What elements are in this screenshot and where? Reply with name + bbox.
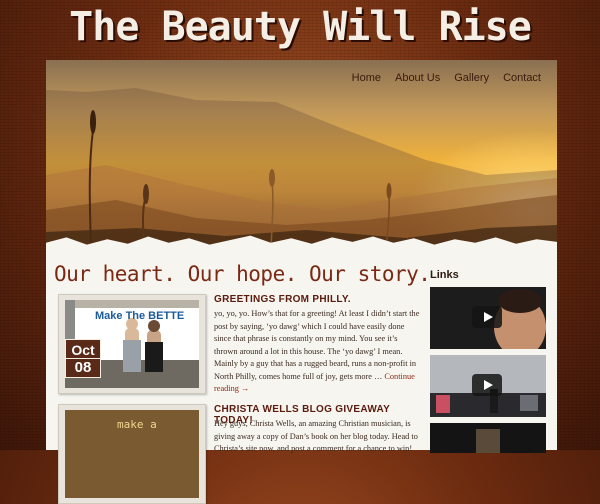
site-title[interactable]: The Beauty Will Rise: [0, 4, 600, 50]
nav-home-link[interactable]: Home: [352, 72, 381, 84]
play-icon[interactable]: [472, 374, 502, 396]
post-greetings: Make The BETTE Oct 08 GREETINGS FROM PHI…: [58, 294, 419, 398]
date-badge: Oct 08: [65, 339, 101, 378]
header-image: Home About Us Gallery Contact: [46, 60, 557, 248]
sidebar: Links: [430, 269, 546, 453]
page-container: Home About Us Gallery Contact Our heart.…: [46, 60, 557, 504]
post-excerpt: yo, yo, yo. How’s that for a greeting! A…: [214, 308, 420, 396]
video-thumbnail-1[interactable]: [430, 287, 546, 349]
video-thumbnail-3[interactable]: [430, 423, 546, 453]
post-christa-wells: make a CHRISTA WELLS BLOG GIVEAWAY TODAY…: [58, 404, 418, 504]
mountain-landscape: [46, 88, 557, 248]
sidebar-links-title: Links: [430, 269, 459, 281]
tagline: Our heart. Our hope. Our story.: [54, 262, 431, 286]
photo-sign-text: Make The BETTE: [95, 310, 185, 322]
date-month: Oct: [71, 342, 95, 358]
post-photo: make a: [65, 410, 199, 498]
nav-gallery-link[interactable]: Gallery: [454, 72, 489, 84]
nav-contact-link[interactable]: Contact: [503, 72, 541, 84]
post-title[interactable]: GREETINGS FROM PHILLY.: [214, 294, 424, 305]
play-icon[interactable]: [472, 306, 502, 328]
post-excerpt-text: yo, yo, yo. How’s that for a greeting! A…: [214, 309, 420, 381]
nav-about-us-link[interactable]: About Us: [395, 72, 440, 84]
post-thumbnail[interactable]: Make The BETTE Oct 08: [58, 294, 206, 394]
photo-sign-text: make a: [117, 418, 157, 431]
video-thumbnail-2[interactable]: [430, 355, 546, 417]
date-day: 08: [66, 358, 100, 377]
main-nav: Home About Us Gallery Contact: [352, 72, 541, 84]
post-thumbnail[interactable]: make a: [58, 404, 206, 504]
